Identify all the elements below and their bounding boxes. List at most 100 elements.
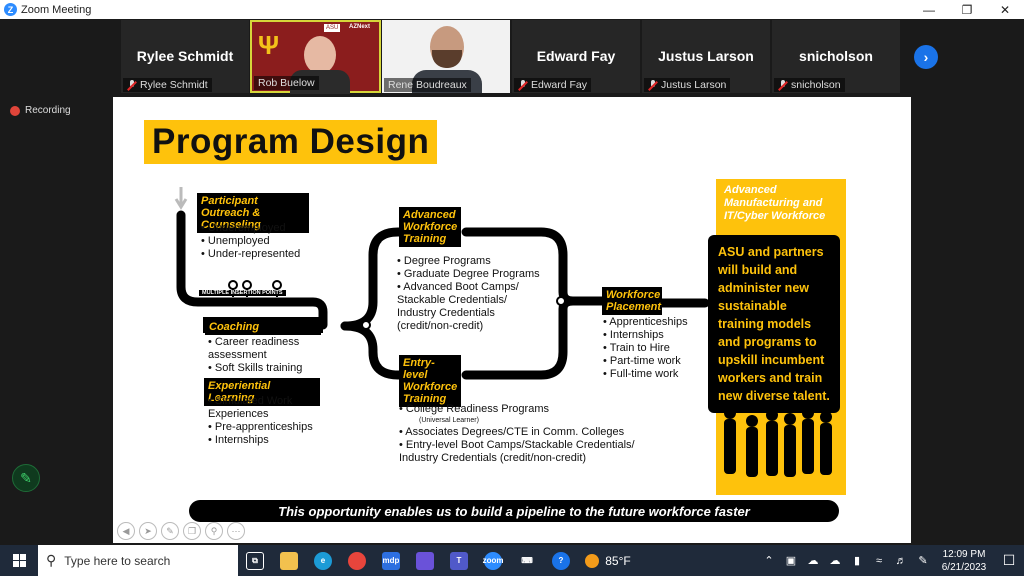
cloud-icon[interactable]: ☁ (802, 554, 824, 567)
placement-label: Workforce Placement (602, 287, 662, 315)
outreach-list: • Underemployed • Unemployed • Under-rep… (201, 222, 301, 260)
participant-name: Edward Fay (536, 48, 616, 64)
participant-video-tile[interactable]: Rene Boudreaux (382, 20, 510, 93)
system-tray: ⌃ ▣ ☁ ☁ ▮ ≈ ♬ ✎ 12:09 PM 6/21/2023 ☐ (758, 545, 1024, 576)
placement-list: • Apprenticeships • Internships • Train … (603, 316, 688, 380)
valve-icon (228, 280, 238, 290)
zoom-logo-icon: Z (4, 3, 17, 16)
valve-icon (361, 320, 371, 330)
insertion-label: MULTIPLE INSERTION POINTS (199, 290, 286, 296)
cloud-icon[interactable]: ☁ (824, 554, 846, 567)
down-arrow-icon (174, 187, 188, 210)
search-icon: ⚲ (46, 552, 57, 568)
participant-label: Justus Larson (644, 78, 731, 92)
more-icon[interactable]: ⋯ (227, 522, 245, 540)
aznext-badge: AZNext (349, 24, 371, 30)
workforce-statement: ASU and partners will build and administ… (708, 235, 840, 413)
participant-name: Justus Larson (658, 48, 754, 64)
sun-icon (585, 553, 600, 568)
valve-icon (272, 280, 282, 290)
advanced-list: • Degree Programs • Graduate Degree Prog… (397, 255, 540, 332)
participant-tile[interactable]: Justus Larson Justus Larson (642, 20, 770, 93)
asu-pitchfork-logo: Ψ (258, 30, 280, 60)
participant-label: Edward Fay (514, 78, 592, 92)
beard (432, 50, 462, 68)
clock[interactable]: 12:09 PM 6/21/2023 (934, 548, 994, 574)
zoom-window: Z Zoom Meeting — ❐ ✕ Rylee Schmidt Rylee… (0, 0, 1024, 576)
pointer-icon[interactable]: ➤ (139, 522, 157, 540)
copilot-button[interactable] (408, 545, 442, 576)
pipe-to-advanced (340, 227, 408, 331)
recording-indicator[interactable]: Recording (10, 105, 71, 116)
pen-menu-icon[interactable]: ✎ (912, 554, 934, 567)
next-page-button[interactable]: › (914, 45, 938, 69)
maximize-button[interactable]: ❐ (948, 0, 986, 19)
title-bar: Z Zoom Meeting — ❐ ✕ (0, 0, 1024, 19)
participant-video-tile[interactable]: Ψ ASU AZNext Rob Buelow (250, 20, 381, 94)
muted-mic-icon (648, 79, 657, 91)
coaching-label: Coaching (205, 319, 321, 335)
person-face (304, 36, 336, 74)
muted-mic-icon (127, 79, 136, 91)
recording-label: Recording (25, 105, 71, 116)
pipeline-banner: This opportunity enables us to build a p… (189, 500, 839, 522)
minimize-button[interactable]: — (910, 0, 948, 19)
chrome-button[interactable] (340, 545, 374, 576)
zoom-taskbar-button[interactable]: zoom (476, 545, 510, 576)
back-icon[interactable]: ◀ (117, 522, 135, 540)
participant-tile[interactable]: snicholson snicholson (772, 20, 900, 93)
clock-date: 6/21/2023 (941, 561, 987, 573)
zoom-icon[interactable]: ⚲ (205, 522, 223, 540)
battery-icon[interactable]: ▮ (846, 554, 868, 567)
help-button[interactable]: ? (544, 545, 578, 576)
wifi-icon[interactable]: ≈ (868, 555, 890, 567)
participant-tile[interactable]: Rylee Schmidt Rylee Schmidt (121, 20, 249, 93)
clock-time: 12:09 PM (942, 548, 986, 560)
muted-mic-icon (518, 79, 527, 91)
close-button[interactable]: ✕ (986, 0, 1024, 19)
weather-widget[interactable]: 85°F (578, 545, 638, 576)
window-title: Zoom Meeting (21, 3, 92, 16)
participant-label: Rene Boudreaux (384, 78, 471, 92)
task-view-button[interactable]: ⧉ (238, 545, 272, 576)
asu-badge: ASU (324, 24, 341, 32)
valve-icon (556, 296, 566, 306)
shared-slide: Program Design Participant Outreach & Co… (113, 97, 911, 543)
slide-toolbar: ◀ ➤ ✎ ❐ ⚲ ⋯ (117, 522, 245, 540)
participant-label: Rob Buelow (254, 76, 319, 90)
coaching-list: • Career readiness assessment • Soft Ski… (208, 336, 303, 374)
advanced-label: Advanced Workforce Training (399, 207, 461, 247)
file-explorer-button[interactable] (272, 545, 306, 576)
workforce-panel-header: Advanced Manufacturing and IT/Cyber Work… (724, 184, 826, 222)
pipe-to-entry (340, 321, 408, 380)
participant-tile[interactable]: Edward Fay Edward Fay (512, 20, 640, 93)
pen-icon[interactable]: ✎ (161, 522, 179, 540)
meet-icon[interactable]: ▣ (780, 554, 802, 567)
windows-logo-icon (12, 554, 26, 567)
participant-label: Rylee Schmidt (123, 78, 212, 92)
taskbar-search[interactable]: ⚲ Type here to search (38, 545, 238, 576)
participant-name: Rylee Schmidt (136, 48, 234, 64)
start-button[interactable] (0, 545, 38, 576)
annotate-pencil-button[interactable]: ✎ (12, 464, 40, 492)
valve-icon (242, 280, 252, 290)
teams-button[interactable]: T (442, 545, 476, 576)
muted-mic-icon (778, 79, 787, 91)
temperature: 85°F (605, 553, 631, 568)
entry-label: Entry-level Workforce Training (399, 355, 461, 407)
copy-icon[interactable]: ❐ (183, 522, 201, 540)
mdp-button[interactable]: mdp (374, 545, 408, 576)
keyboard-button[interactable]: ⌨ (510, 545, 544, 576)
edge-button[interactable]: e (306, 545, 340, 576)
participant-name: snicholson (799, 48, 873, 64)
chevron-up-icon[interactable]: ⌃ (758, 554, 780, 567)
participant-label: snicholson (774, 78, 845, 92)
notifications-icon[interactable]: ☐ (994, 552, 1024, 569)
entry-list: • College Readiness Programs (Universal … (399, 403, 635, 464)
volume-icon[interactable]: ♬ (890, 555, 912, 567)
people-silhouettes (724, 407, 832, 477)
record-icon (10, 105, 20, 116)
experiential-list: • Simulated Work Experiences • Pre-appre… (208, 395, 313, 446)
search-placeholder: Type here to search (64, 553, 171, 568)
windows-taskbar: ⚲ Type here to search ⧉ e mdp T zoom ⌨ ?… (0, 545, 1024, 576)
